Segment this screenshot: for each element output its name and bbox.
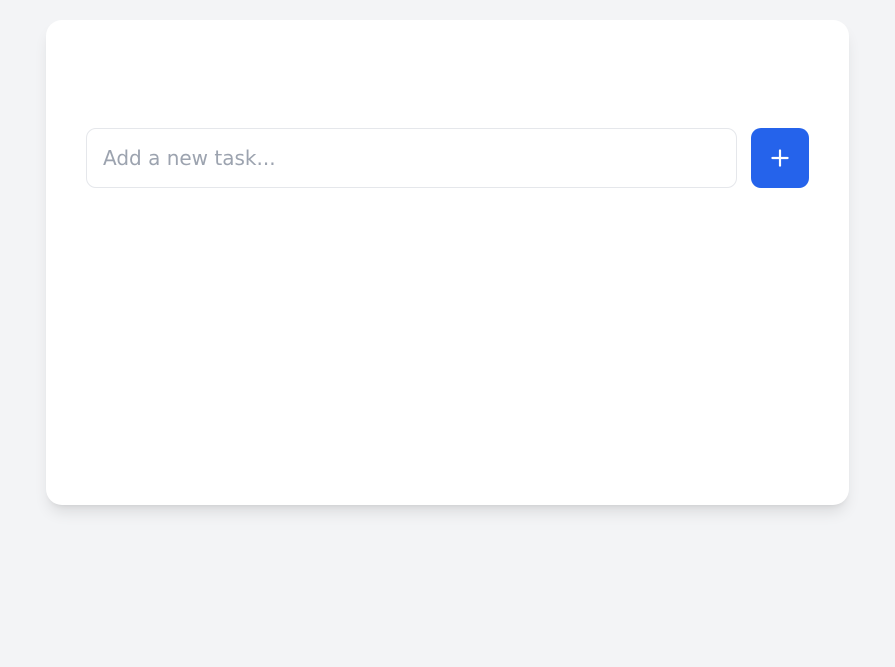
task-card [46,20,849,505]
add-task-button[interactable] [751,128,809,188]
input-row [86,128,809,188]
plus-icon [767,145,793,171]
task-input[interactable] [86,128,737,188]
